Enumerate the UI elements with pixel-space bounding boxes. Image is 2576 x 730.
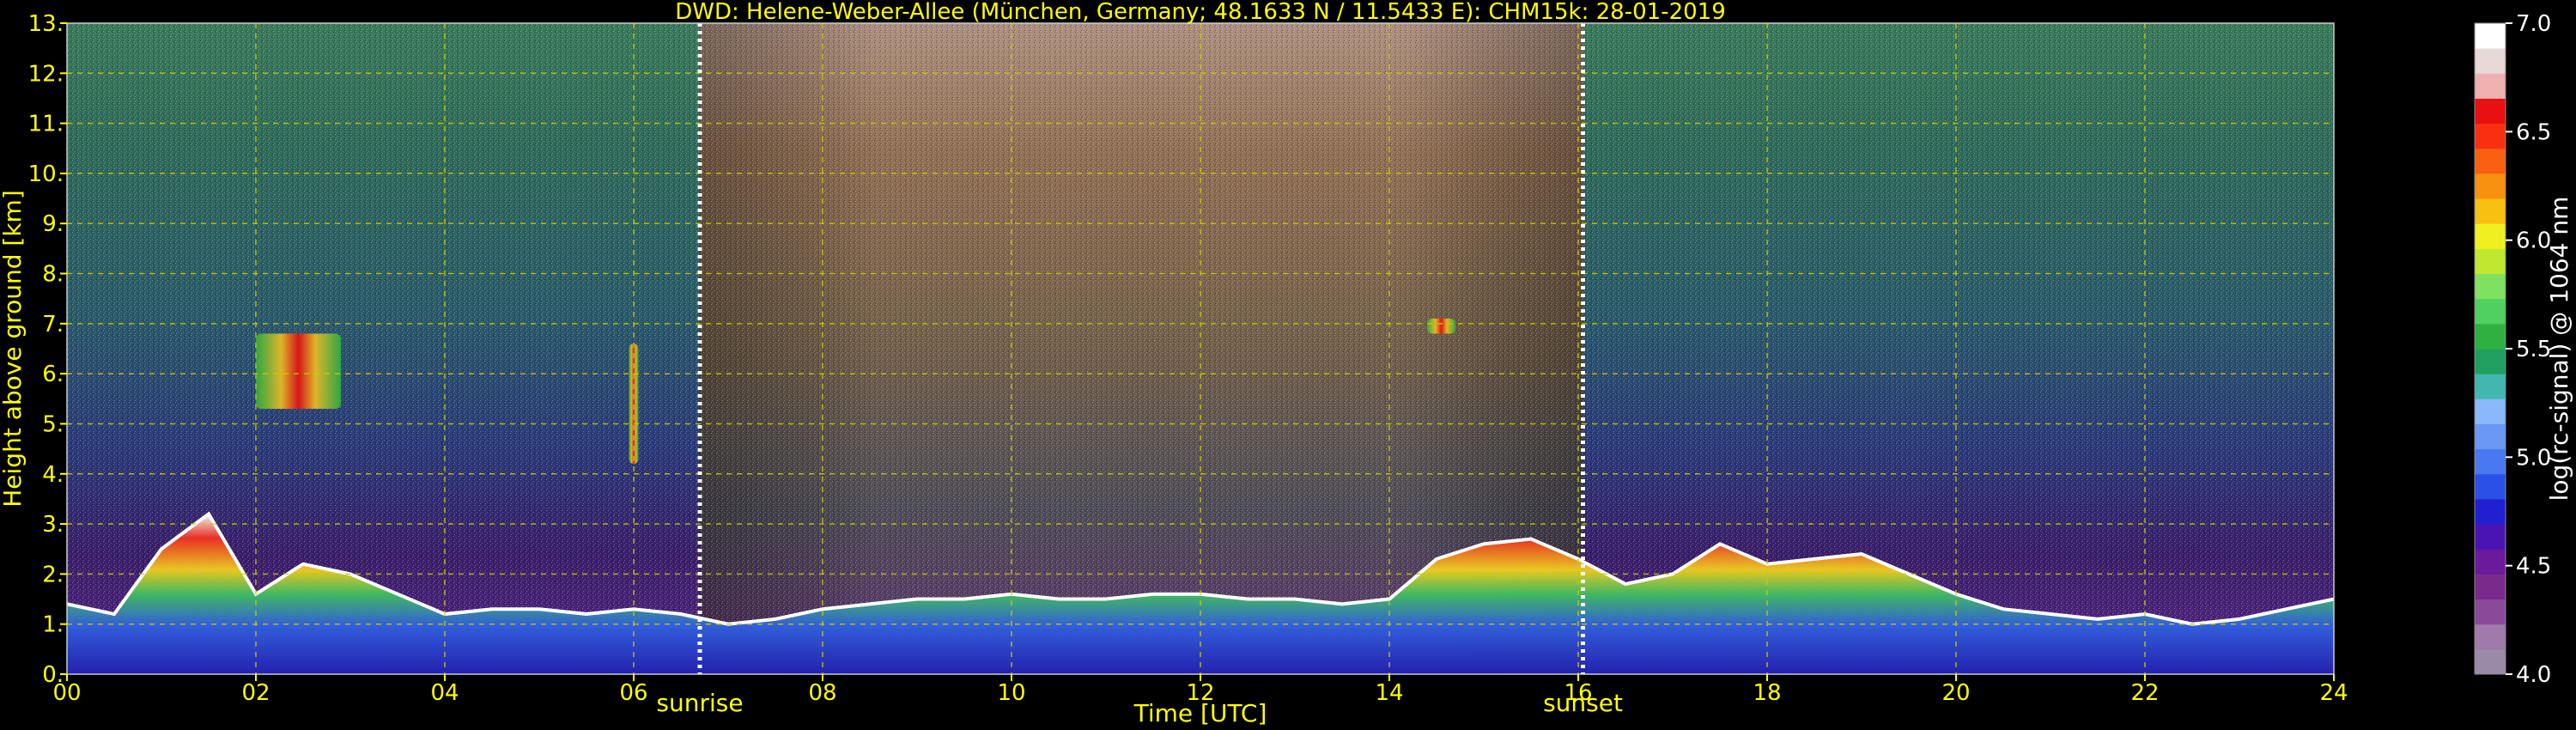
x-tick-label: 02 xyxy=(241,680,270,706)
x-tick-label: 24 xyxy=(2319,680,2348,706)
colorbar-tick-label: 4.5 xyxy=(2516,554,2551,580)
x-tick-label: 20 xyxy=(1941,680,1970,706)
y-tick-label: 4. xyxy=(42,462,64,488)
colorbar-segment xyxy=(2475,423,2506,450)
y-tick-label: 7. xyxy=(42,312,64,338)
x-tick-label: 22 xyxy=(2130,680,2159,706)
y-tick-label: 5. xyxy=(42,411,64,437)
x-tick-label: 08 xyxy=(808,680,836,706)
colorbar-segment xyxy=(2475,549,2506,575)
chart-title: DWD: Helene-Weber-Allee (München, German… xyxy=(675,0,1726,25)
colorbar-segment xyxy=(2475,23,2506,49)
x-tick-label: 04 xyxy=(430,680,459,706)
colorbar-segment xyxy=(2475,624,2506,650)
y-tick-label: 0. xyxy=(42,662,64,688)
y-tick-label: 10. xyxy=(28,161,64,187)
colorbar-tick-label: 4.0 xyxy=(2516,662,2551,688)
y-axis-label: Height above ground [km] xyxy=(0,190,27,508)
ceilometer-chart: 00 02 04 06 08 10 12 14 16 18 20 22 240.1.2.3.4.5.6.… xyxy=(0,0,2573,727)
colorbar-tick-label: 6.5 xyxy=(2516,119,2551,145)
colorbar-segment xyxy=(2475,448,2506,475)
y-tick-label: 2. xyxy=(42,562,64,587)
colorbar-segment xyxy=(2475,599,2506,625)
colorbar-segment xyxy=(2475,374,2506,399)
colorbar-segment xyxy=(2475,473,2506,500)
y-tick-label: 6. xyxy=(42,362,64,387)
colorbar-segment xyxy=(2475,73,2506,99)
colorbar-segment xyxy=(2475,574,2506,600)
y-tick-label: 9. xyxy=(42,211,64,237)
x-tick-label: 10 xyxy=(997,680,1025,706)
y-tick-label: 1. xyxy=(42,612,64,638)
colorbar: 4.04.55.05.56.06.57.0 xyxy=(2474,11,2551,688)
colorbar-segment xyxy=(2475,349,2506,374)
ceilometer-figure: 00 02 04 06 08 10 12 14 16 18 20 22 24 0. 1. 2. 3. 4. 5. 6.… xyxy=(0,0,2576,730)
colorbar-segment xyxy=(2475,273,2506,300)
y-tick-label: 11. xyxy=(28,112,64,137)
colorbar-segment xyxy=(2475,248,2506,275)
colorbar-segment xyxy=(2475,498,2506,525)
cloud-patch-0 xyxy=(256,333,341,409)
colorbar-segment xyxy=(2475,648,2506,675)
x-axis-label: Time [UTC] xyxy=(1133,699,1267,727)
y-tick-label: 8. xyxy=(42,262,64,288)
colorbar-segment xyxy=(2475,148,2506,174)
y-tick-label: 3. xyxy=(42,512,64,538)
x-tick-label: 14 xyxy=(1375,680,1403,706)
cloud-patch-2 xyxy=(1427,319,1455,334)
colorbar-segment xyxy=(2475,98,2506,125)
colorbar-segment xyxy=(2475,173,2506,199)
colorbar-segment xyxy=(2475,123,2506,149)
colorbar-segment xyxy=(2475,223,2506,249)
colorbar-segment xyxy=(2475,323,2506,350)
colorbar-label: log(rc-signal) @ 1064 nm xyxy=(2545,197,2573,502)
sunrise-label: sunrise xyxy=(656,689,743,717)
sunset-label: sunset xyxy=(1543,689,1623,717)
colorbar-segment xyxy=(2475,298,2506,325)
x-tick-label: 18 xyxy=(1753,680,1781,706)
colorbar-segment xyxy=(2475,198,2506,224)
x-tick-label: 06 xyxy=(619,680,647,706)
colorbar-segment xyxy=(2475,48,2506,74)
colorbar-tick-label: 7.0 xyxy=(2516,11,2551,37)
colorbar-segment xyxy=(2475,398,2506,424)
y-tick-label: 12. xyxy=(28,61,64,87)
colorbar-segment xyxy=(2475,524,2506,550)
y-tick-label: 13. xyxy=(28,11,64,37)
